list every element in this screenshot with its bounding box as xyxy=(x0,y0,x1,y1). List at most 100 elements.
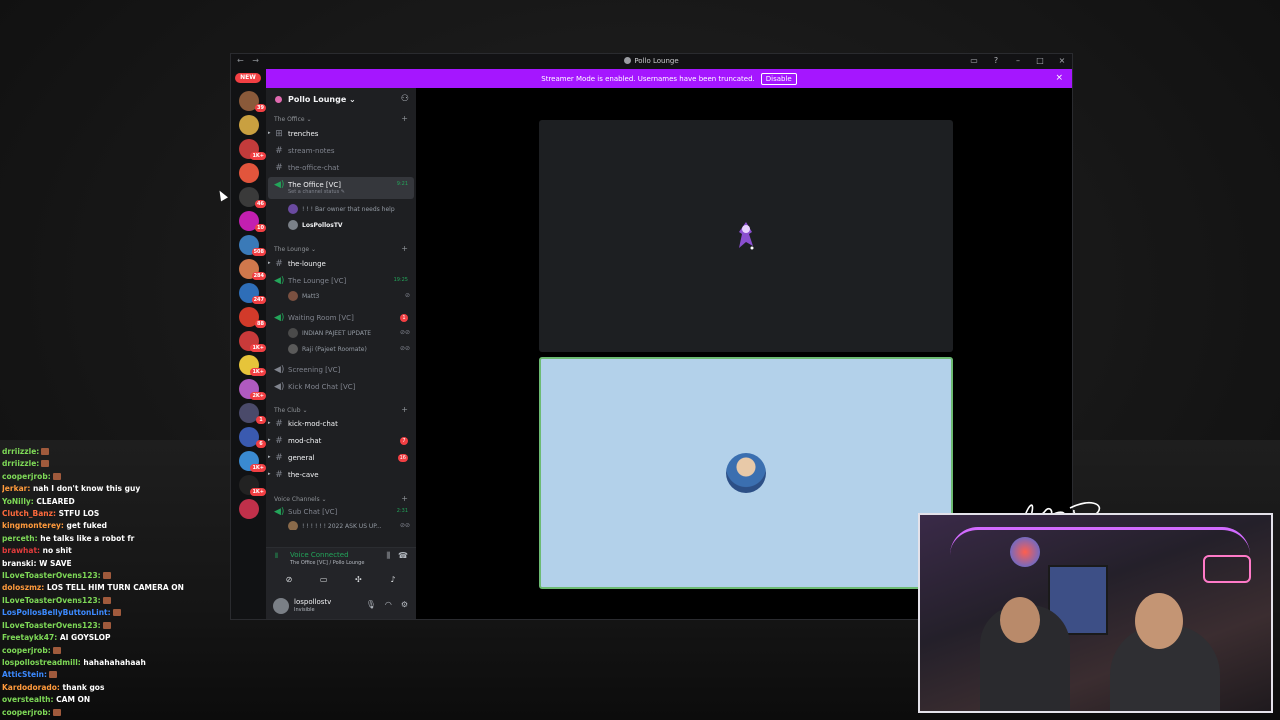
user-panel: lospollostv Invisible 🎙 ◠ ⚙ xyxy=(266,593,416,619)
chat-username[interactable]: ILoveToasterOvens123: xyxy=(2,596,101,605)
soundboard-icon[interactable]: ♪ xyxy=(378,572,408,588)
category-the-club[interactable]: The Club ⌄ + xyxy=(274,405,408,414)
chat-username[interactable]: doloszmz: xyxy=(2,583,44,592)
voice-connected-panel: ⫴ Voice Connected The Office [VC] / Poll… xyxy=(266,547,416,593)
voice-channel-the-lounge[interactable]: ◀) The Lounge [VC] 19:25 xyxy=(268,273,414,289)
add-channel-icon[interactable]: + xyxy=(401,405,408,414)
user-avatar[interactable] xyxy=(273,598,289,614)
participant-tile[interactable] xyxy=(539,120,953,352)
chat-username[interactable]: drriizzle: xyxy=(2,447,39,456)
guild-name[interactable]: Pollo Lounge ⌄ xyxy=(288,95,356,104)
voice-timer: 19:25 xyxy=(393,277,408,283)
voice-channel-sub-chat[interactable]: ◀) Sub Chat [VC] 2:31 xyxy=(268,504,414,520)
voice-user[interactable]: ! ! ! Bar owner that needs help xyxy=(288,203,410,216)
channel-stream-notes[interactable]: # stream-notes xyxy=(268,143,414,159)
minimize-icon[interactable]: – xyxy=(1012,56,1024,65)
channel-the-lounge[interactable]: ▸ # the-lounge xyxy=(268,256,414,272)
channel-the-office-chat[interactable]: # the-office-chat xyxy=(268,160,414,176)
guild-header[interactable]: Pollo Lounge ⌄ ⚇ xyxy=(266,88,416,110)
add-channel-icon[interactable]: + xyxy=(401,114,408,123)
server-icon[interactable] xyxy=(239,163,259,183)
username[interactable]: lospollostv xyxy=(294,598,331,606)
channel-the-cave[interactable]: ▸ # the-cave xyxy=(268,467,414,483)
chat-username[interactable]: drriizzle: xyxy=(2,459,39,468)
inbox-icon[interactable]: ▭ xyxy=(968,56,980,65)
server-icon xyxy=(624,57,632,64)
disconnect-icon[interactable]: ☎ xyxy=(398,551,408,561)
chat-username[interactable]: lospollostreadmill: xyxy=(2,658,81,667)
maximize-icon[interactable]: □ xyxy=(1034,56,1046,65)
help-icon[interactable]: ? xyxy=(990,56,1002,65)
channel-kick-mod-chat[interactable]: ▸ # kick-mod-chat xyxy=(268,416,414,432)
channel-status[interactable]: Set a channel status ✎ xyxy=(288,189,345,195)
new-badge[interactable]: NEW xyxy=(235,73,261,83)
chat-text: hahahahahaah xyxy=(80,657,146,667)
chat-username[interactable]: YoNilly: xyxy=(2,497,34,506)
add-channel-icon[interactable]: + xyxy=(401,494,408,503)
voice-timer: 2:31 xyxy=(396,508,408,514)
activities-icon[interactable]: ✣ xyxy=(343,572,373,588)
emote-icon xyxy=(52,708,61,716)
chat-username[interactable]: Kardodorado: xyxy=(2,683,60,692)
screen-share-icon[interactable]: ▭ xyxy=(309,572,339,588)
server-badge: 284 xyxy=(251,272,266,280)
voice-channel-the-office[interactable]: ◀) The Office [VC] Set a channel status … xyxy=(268,177,414,199)
add-channel-icon[interactable]: + xyxy=(401,244,408,253)
voice-user[interactable]: ! ! ! ! ! ! 2022 ASK US UP... ⊘⊘ xyxy=(288,520,410,530)
chat-username[interactable]: overstealth: xyxy=(2,695,54,704)
voice-connected-subtitle[interactable]: The Office [VC] / Pollo Lounge xyxy=(290,560,364,566)
muted-icon: ⊘ xyxy=(404,292,410,299)
close-icon[interactable]: × xyxy=(1056,56,1068,65)
chat-message: doloszmz: LOS TELL HIM TURN CAMERA ON xyxy=(2,582,227,594)
voice-user[interactable]: Matt3 ⊘ xyxy=(288,290,410,303)
voice-channel-waiting-room[interactable]: ◀) Waiting Room [VC] 1 xyxy=(268,310,414,326)
signal-icon[interactable]: ⫴ xyxy=(275,552,278,561)
chat-username[interactable]: Clutch_Banz: xyxy=(2,509,56,518)
channel-general[interactable]: ▸ # general 16 xyxy=(268,450,414,466)
disable-button[interactable]: Disable xyxy=(760,72,797,85)
chat-message: brawhat: no shit xyxy=(2,545,227,557)
camera-off-icon[interactable]: ⊘ xyxy=(274,572,304,588)
chat-username[interactable]: cooperjrob: xyxy=(2,472,51,481)
chat-username[interactable]: Jerkar: xyxy=(2,484,30,493)
voice-connected-title[interactable]: Voice Connected xyxy=(290,551,349,559)
chat-username[interactable]: cooperjrob: xyxy=(2,646,51,655)
participant-tile-speaking[interactable] xyxy=(539,357,953,589)
chat-username[interactable]: ILoveToasterOvens123: xyxy=(2,571,101,580)
chat-username[interactable]: LosPollosBellyButtonLint: xyxy=(2,608,111,617)
emote-icon xyxy=(48,671,57,679)
chat-username[interactable]: Freetaykk47: xyxy=(2,633,57,642)
category-voice-channels[interactable]: Voice Channels ⌄ + xyxy=(274,494,408,503)
voice-user[interactable]: Raji (Pajeet Roomate) ⊘⊘ xyxy=(288,343,410,356)
add-friend-icon[interactable]: ⚇ xyxy=(401,94,409,104)
chat-username[interactable]: brawhat: xyxy=(2,546,40,555)
chat-text: thank gos xyxy=(59,682,105,692)
chat-username[interactable]: cooperjrob: xyxy=(2,708,51,717)
voice-user[interactable]: LosPollosTV xyxy=(288,219,410,232)
chat-username[interactable]: ILoveToasterOvens123: xyxy=(2,621,101,630)
channel-mod-chat[interactable]: ▸ # mod-chat 7 xyxy=(268,433,414,449)
voice-channel-kick-mod[interactable]: ◀) Kick Mod Chat [VC] xyxy=(268,379,414,395)
category-the-office[interactable]: The Office ⌄ + xyxy=(274,114,408,123)
chat-username[interactable]: AtticStein: xyxy=(2,670,47,679)
server-icon[interactable] xyxy=(239,499,259,519)
neon-light xyxy=(950,527,1250,555)
banner-close-icon[interactable]: × xyxy=(1055,73,1063,83)
neon-sign xyxy=(1203,555,1251,583)
expand-icon: ▸ xyxy=(268,437,271,443)
chat-username[interactable]: perceth: xyxy=(2,534,38,543)
category-the-lounge[interactable]: The Lounge ⌄ + xyxy=(274,244,408,253)
voice-user[interactable]: INDIAN PAJEET UPDATE ⊘⊘ xyxy=(288,327,410,340)
headphones-icon[interactable]: ◠ xyxy=(385,600,392,609)
chat-username[interactable]: kingmonterey: xyxy=(2,521,64,530)
hash-icon: # xyxy=(275,436,283,446)
noise-suppression-icon[interactable]: ⫼ xyxy=(386,551,390,561)
voice-channel-screening[interactable]: ◀) Screening [VC] xyxy=(268,362,414,378)
channel-trenches[interactable]: ▸ ⊞ trenches xyxy=(268,126,414,142)
microphone-icon[interactable]: 🎙 xyxy=(366,600,376,609)
wall-logo xyxy=(1010,537,1040,567)
server-icon[interactable] xyxy=(239,115,259,135)
settings-gear-icon[interactable]: ⚙ xyxy=(401,600,408,609)
chat-username[interactable]: branski: xyxy=(2,559,37,568)
emote-icon xyxy=(102,596,111,604)
